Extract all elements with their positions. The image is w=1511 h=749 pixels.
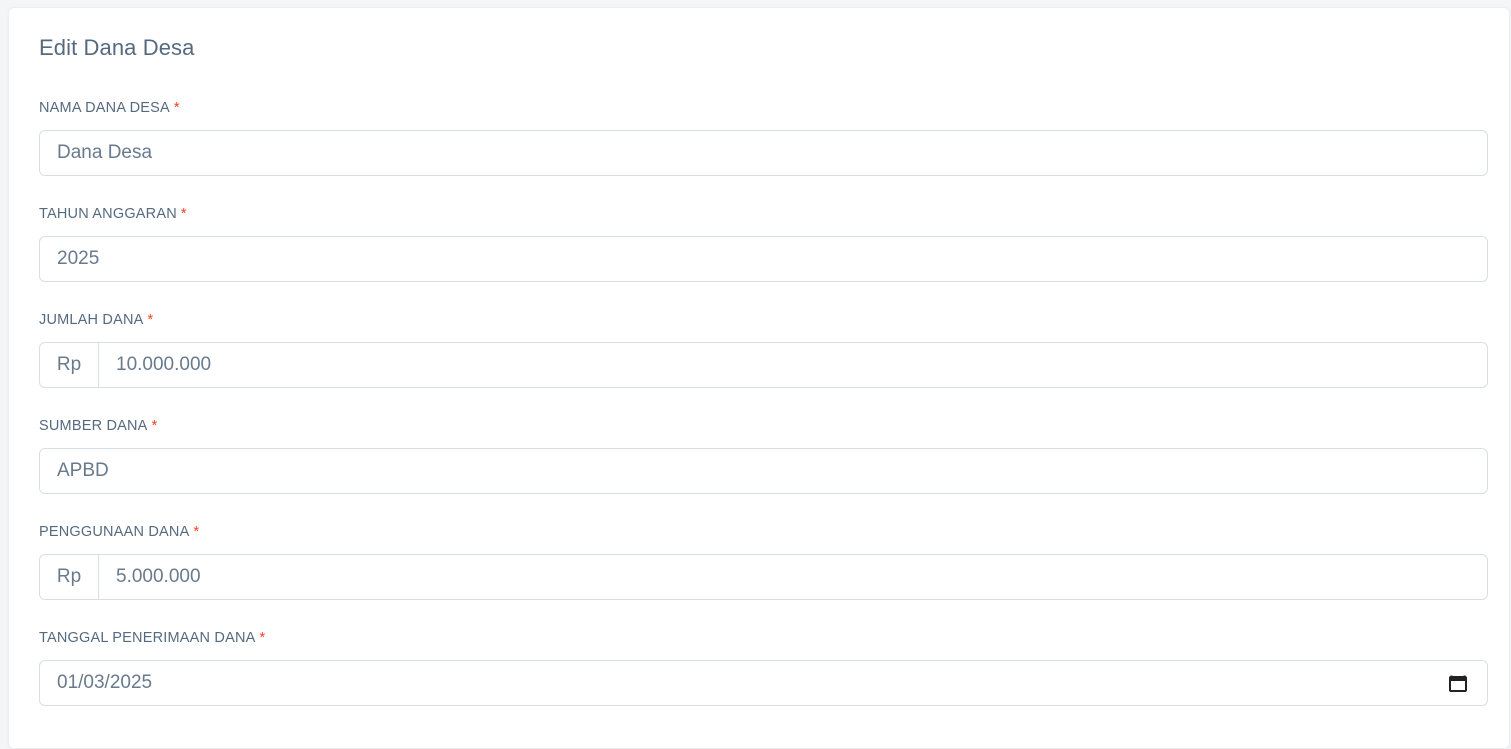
- jumlah-dana-input-group[interactable]: Rp 10.000.000: [39, 342, 1488, 388]
- input-value: 01/03/2025: [57, 672, 153, 693]
- penggunaan-dana-input-group[interactable]: Rp 5.000.000: [39, 554, 1488, 600]
- currency-prefix: Rp: [40, 343, 99, 387]
- label-nama-dana-desa: NAMA DANA DESA *: [39, 99, 180, 117]
- input-value: APBD: [57, 460, 109, 481]
- input-value: 5.000.000: [116, 566, 201, 587]
- label-jumlah-dana: JUMLAH DANA *: [39, 311, 153, 329]
- tahun-anggaran-input[interactable]: 2025: [39, 236, 1488, 282]
- nama-dana-desa-input[interactable]: Dana Desa: [39, 130, 1488, 176]
- required-mark: *: [147, 312, 154, 328]
- input-value: 10.000.000: [116, 354, 212, 375]
- required-mark: *: [151, 418, 158, 434]
- label-text: PENGGUNAAN DANA: [39, 524, 190, 540]
- required-mark: *: [180, 206, 187, 222]
- input-value: Dana Desa: [57, 142, 153, 163]
- currency-prefix: Rp: [40, 555, 99, 599]
- calendar-icon[interactable]: [1448, 673, 1468, 693]
- sumber-dana-input[interactable]: APBD: [39, 448, 1488, 494]
- label-text: TANGGAL PENERIMAAN DANA: [39, 630, 256, 646]
- label-penggunaan-dana: PENGGUNAAN DANA *: [39, 523, 199, 541]
- input-value: 2025: [57, 248, 100, 269]
- edit-dana-desa-card: Edit Dana Desa NAMA DANA DESA * Dana Desa…: [8, 7, 1510, 749]
- required-mark: *: [193, 524, 200, 540]
- label-tanggal-penerimaan-dana: TANGGAL PENERIMAAN DANA *: [39, 629, 265, 647]
- label-text: TAHUN ANGGARAN: [39, 206, 177, 222]
- required-mark: *: [259, 630, 266, 646]
- label-sumber-dana: SUMBER DANA *: [39, 417, 157, 435]
- page-title: Edit Dana Desa: [39, 35, 195, 60]
- label-text: SUMBER DANA: [39, 418, 148, 434]
- required-mark: *: [173, 100, 180, 116]
- tanggal-penerimaan-dana-input[interactable]: 01/03/2025: [39, 660, 1488, 706]
- label-text: JUMLAH DANA: [39, 312, 144, 328]
- label-tahun-anggaran: TAHUN ANGGARAN *: [39, 205, 187, 223]
- label-text: NAMA DANA DESA: [39, 100, 170, 116]
